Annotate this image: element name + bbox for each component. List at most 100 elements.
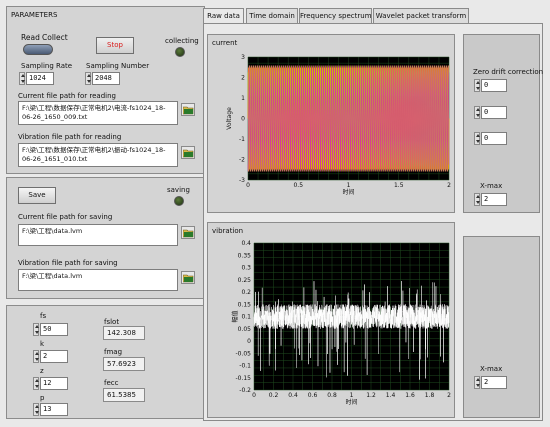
x-tick-label: 0.6 (308, 392, 318, 399)
fs-spinner[interactable] (33, 323, 39, 336)
k-field[interactable]: 2 (40, 350, 68, 363)
y-tick-label: -2 (239, 157, 245, 164)
y-tick-label: -0.05 (235, 350, 251, 357)
zero-drift-3-field[interactable]: 0 (481, 132, 507, 145)
current-save-path[interactable]: F:\梁\工程\data.lvm (18, 224, 178, 246)
x-axis-label: 时间 (342, 188, 354, 196)
current-save-label: Current file path for saving (18, 213, 113, 221)
zero-drift-1-field[interactable]: 0 (481, 79, 507, 92)
vibration-save-path[interactable]: F:\梁\工程\data.lvm (18, 269, 178, 291)
x-tick-label: 0.2 (269, 392, 279, 399)
y-tick-label: 0.1 (241, 314, 251, 321)
k-label: k (40, 340, 45, 348)
vibration-save-label: Vibration file path for saving (18, 259, 118, 267)
z-field[interactable]: 12 (40, 377, 68, 390)
vibration-controls: X-max 2 (463, 236, 540, 418)
folder-browse-icon[interactable] (181, 103, 195, 116)
folder-browse-icon[interactable] (181, 226, 195, 239)
x-tick-label: 1.2 (366, 392, 376, 399)
y-tick-label: -0.2 (239, 387, 251, 394)
tab-wavelet-packet-transform[interactable]: Wavelet packet transform (373, 8, 469, 23)
vibration-title: vibration (212, 227, 244, 235)
k-spinner[interactable] (33, 350, 39, 363)
y-tick-label: 0 (241, 116, 245, 123)
saving-label: saving (167, 186, 190, 194)
vibration-xmax-spinner[interactable] (474, 376, 480, 389)
p-field[interactable]: 13 (40, 403, 68, 416)
x-tick-label: 2 (447, 392, 451, 399)
calc-panel: fs 50 k 2 z 12 p 13 fslot 142.308 fmag 5… (6, 305, 205, 419)
parameters-panel: PARAMETERS Read Collect Stop collecting … (6, 6, 205, 174)
y-tick-label: -3 (239, 177, 245, 184)
current-read-path[interactable]: F:\梁\工程\数据保存\正常电机2\电流-fs1024_18-06-26_16… (18, 101, 178, 125)
read-label: Read (21, 33, 40, 42)
tab-time-domain[interactable]: Time domain (246, 8, 298, 23)
zero-drift-2-spinner[interactable] (474, 106, 480, 119)
x-tick-label: 2 (447, 182, 451, 189)
current-xmax-label: X-max (480, 182, 503, 190)
folder-browse-icon[interactable] (181, 271, 195, 284)
fecc-value: 61.5385 (103, 388, 145, 402)
sampling-rate-label: Sampling Rate (21, 62, 73, 70)
save-label: Save (28, 191, 46, 199)
x-tick-label: 1.8 (425, 392, 435, 399)
stop-label: Stop (107, 41, 123, 49)
y-tick-label: 3 (241, 54, 245, 61)
fecc-label: fecc (104, 379, 119, 387)
sampling-rate-field[interactable]: 1024 (26, 72, 54, 85)
z-spinner[interactable] (33, 377, 39, 390)
x-tick-label: 0.4 (288, 392, 298, 399)
vibration-xmax-field[interactable]: 2 (481, 376, 507, 389)
save-panel: Save saving Current file path for saving… (6, 177, 205, 299)
y-tick-label: 0.05 (238, 326, 252, 333)
zero-drift-2-field[interactable]: 0 (481, 106, 507, 119)
y-axis-label: Voltage (226, 107, 233, 130)
fmag-label: fmag (104, 348, 123, 356)
y-tick-label: 0 (247, 338, 251, 345)
fs-field[interactable]: 50 (40, 323, 68, 336)
zero-drift-3-spinner[interactable] (474, 132, 480, 145)
sampling-number-spinner[interactable] (85, 72, 91, 85)
current-xmax-spinner[interactable] (474, 193, 480, 206)
x-tick-label: 0.8 (327, 392, 337, 399)
y-tick-label: 2 (241, 75, 245, 82)
y-tick-label: 0.2 (241, 289, 251, 296)
sampling-number-label: Sampling Number (86, 62, 150, 70)
y-tick-label: 0.35 (238, 252, 252, 259)
parameters-title: PARAMETERS (11, 11, 58, 19)
x-tick-label: 0 (246, 182, 250, 189)
sampling-number-field[interactable]: 2048 (92, 72, 120, 85)
sampling-rate-spinner[interactable] (19, 72, 25, 85)
y-tick-label: 0.4 (241, 240, 251, 247)
folder-browse-icon[interactable] (181, 146, 195, 159)
p-spinner[interactable] (33, 403, 39, 416)
fmag-value: 57.6923 (103, 357, 145, 371)
current-chart: 0 0.5 1 1.5 2 3 2 1 0 -1 -2 -3 时间 Voltage (226, 54, 451, 196)
y-tick-label: -0.15 (235, 375, 251, 382)
vibration-xmax-label: X-max (480, 365, 503, 373)
z-label: z (40, 367, 44, 375)
x-tick-label: 1.6 (405, 392, 415, 399)
zero-drift-label: Zero drift correction (473, 68, 544, 76)
current-xmax-field[interactable]: 2 (481, 193, 507, 206)
vibration-read-path[interactable]: F:\梁\工程\数据保存\正常电机2\振动-fs1024_18-06-26_16… (18, 143, 178, 167)
y-tick-label: 0.15 (238, 301, 252, 308)
fs-label: fs (40, 312, 47, 320)
current-controls: Zero drift correction 0 0 0 X-max 2 (463, 34, 544, 213)
saving-led-icon (174, 196, 184, 206)
save-button[interactable]: Save (18, 187, 56, 204)
vibration-read-label: Vibration file path for reading (18, 133, 122, 141)
zero-drift-1-spinner[interactable] (474, 79, 480, 92)
x-tick-label: 1 (347, 182, 351, 189)
y-axis-label: 幅值 (231, 310, 239, 322)
y-tick-label: -0.1 (239, 363, 251, 370)
x-tick-label: 1.4 (386, 392, 396, 399)
fslot-label: fslot (104, 318, 120, 326)
read-collect-toggle[interactable] (23, 44, 53, 55)
x-tick-label: 0 (252, 392, 256, 399)
stop-button[interactable]: Stop (96, 37, 134, 54)
collecting-led-icon (175, 47, 185, 57)
tab-raw-data[interactable]: Raw data (203, 8, 244, 24)
tab-frequency-spectrum[interactable]: Frequency spectrum (299, 8, 372, 23)
x-tick-label: 0.5 (293, 182, 303, 189)
